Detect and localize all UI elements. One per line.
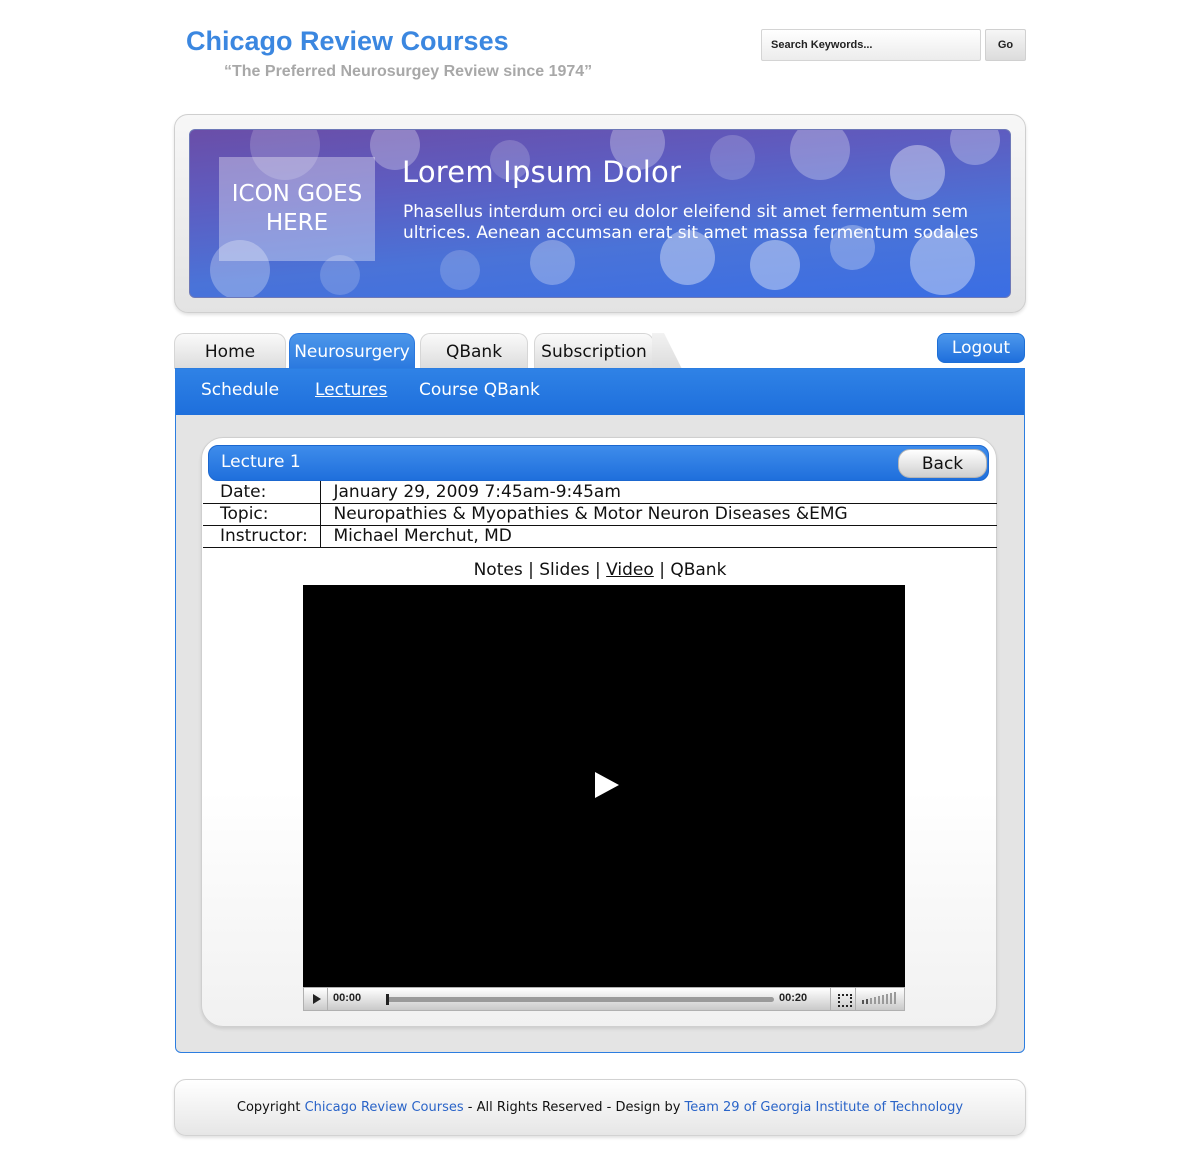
play-pause-icon[interactable]: [304, 988, 328, 1010]
footer: Copyright Chicago Review Courses - All R…: [174, 1079, 1026, 1136]
notes-link[interactable]: Notes: [474, 560, 523, 580]
tab-qbank[interactable]: QBank: [420, 333, 528, 369]
seek-handle[interactable]: [386, 994, 389, 1005]
detail-label-date: Date:: [203, 481, 321, 503]
detail-label-instructor: Instructor:: [203, 525, 321, 547]
banner-heading: Lorem Ipsum Dolor: [402, 155, 682, 189]
table-row: Date: January 29, 2009 7:45am-9:45am: [203, 481, 997, 503]
site-tagline: “The Preferred Neurosurgey Review since …: [224, 63, 593, 80]
tab-subscription[interactable]: Subscription: [534, 333, 654, 369]
footer-designer-link[interactable]: Team 29 of Georgia Institute of Technolo…: [685, 1100, 964, 1115]
lecture-title-bar: Lecture 1 Back: [208, 445, 989, 481]
video-link[interactable]: Video: [606, 560, 654, 580]
media-links: Notes | Slides | Video | QBank: [0, 560, 1200, 580]
current-time: 00:00: [333, 992, 362, 1004]
detail-value-instructor: Michael Merchut, MD: [333, 526, 512, 546]
volume-icon[interactable]: [862, 992, 900, 1006]
subnav-item-course-qbank[interactable]: Course QBank: [419, 380, 540, 400]
sub-navigation: Schedule Lectures Course QBank: [176, 369, 1024, 415]
slides-link[interactable]: Slides: [539, 560, 589, 580]
search-input[interactable]: [761, 29, 981, 61]
link-separator: |: [528, 560, 534, 580]
banner-text: Phasellus interdum orci eu dolor eleifen…: [403, 202, 979, 243]
search-go-button[interactable]: Go: [985, 29, 1026, 61]
tab-neurosurgery[interactable]: Neurosurgery: [289, 333, 415, 369]
detail-value-date: January 29, 2009 7:45am-9:45am: [333, 481, 621, 502]
subnav-item-lectures[interactable]: Lectures: [315, 380, 387, 400]
footer-rights-text: - All Rights Reserved - Design by: [467, 1100, 681, 1115]
back-button[interactable]: Back: [898, 449, 987, 478]
link-separator: |: [595, 560, 601, 580]
detail-value-topic: Neuropathies & Myopathies & Motor Neuron…: [333, 504, 848, 524]
duration-time: 00:20: [779, 992, 808, 1004]
table-row: Instructor: Michael Merchut, MD: [203, 525, 997, 547]
tab-home[interactable]: Home: [174, 333, 286, 369]
lecture-title: Lecture 1: [221, 452, 301, 472]
link-separator: |: [659, 560, 665, 580]
video-player[interactable]: [303, 585, 905, 987]
seek-bar[interactable]: [386, 994, 774, 1005]
site-title[interactable]: Chicago Review Courses: [186, 26, 509, 57]
footer-copyright-prefix: Copyright: [236, 1100, 301, 1115]
subnav-item-schedule[interactable]: Schedule: [201, 380, 279, 400]
fullscreen-icon[interactable]: [830, 988, 856, 1010]
logout-button[interactable]: Logout: [937, 333, 1025, 363]
detail-label-topic: Topic:: [203, 503, 321, 525]
play-icon[interactable]: [595, 772, 619, 798]
video-controls: 00:00 00:20: [303, 987, 905, 1011]
tab-edge-decoration: [652, 333, 682, 369]
qbank-link[interactable]: QBank: [670, 560, 726, 580]
lecture-details-table: Date: January 29, 2009 7:45am-9:45am Top…: [203, 481, 997, 548]
footer-company-link[interactable]: Chicago Review Courses: [305, 1100, 464, 1115]
banner-icon-placeholder: ICON GOES HERE: [219, 157, 375, 261]
table-row: Topic: Neuropathies & Myopathies & Motor…: [203, 503, 997, 525]
hero-banner: ICON GOES HERE Lorem Ipsum Dolor Phasell…: [189, 129, 1011, 298]
